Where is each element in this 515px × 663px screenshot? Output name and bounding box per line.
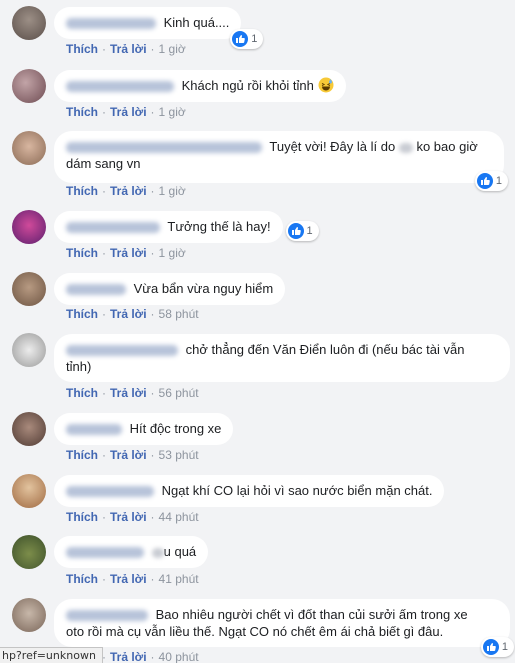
commenter-name[interactable] xyxy=(66,142,262,154)
reply-link[interactable]: Trả lời xyxy=(110,42,147,56)
comment-bubble: Ngạt khí CO lại hỏi vì sao nước biển mặn… xyxy=(54,475,445,507)
blurred-word xyxy=(398,142,413,153)
commenter-name[interactable] xyxy=(66,222,160,234)
avatar[interactable] xyxy=(12,6,46,40)
commenter-name[interactable] xyxy=(66,610,148,622)
reply-link[interactable]: Trả lời xyxy=(110,448,147,462)
commenter-name[interactable] xyxy=(66,486,154,498)
reply-link[interactable]: Trả lời xyxy=(110,105,147,119)
comment-bubble: chở thẳng đến Văn Điển luôn đi (nếu bác … xyxy=(54,334,510,382)
like-link[interactable]: Thích xyxy=(66,105,98,119)
reaction-count[interactable]: 1 xyxy=(285,221,319,241)
reply-link[interactable]: Trả lời xyxy=(110,307,147,321)
commenter-name[interactable] xyxy=(66,424,122,436)
comment-actions: Thích · Trả lời · 41 phút xyxy=(66,572,199,586)
like-link[interactable]: Thích xyxy=(66,307,98,321)
like-reaction-icon xyxy=(232,31,249,47)
avatar[interactable] xyxy=(12,598,46,632)
timestamp[interactable]: 1 giờ xyxy=(159,105,186,119)
timestamp[interactable]: 40 phút xyxy=(159,650,199,663)
avatar[interactable] xyxy=(12,474,46,508)
comment-actions: Thích · Trả lời · 1 giờ xyxy=(66,105,186,119)
commenter-name[interactable] xyxy=(66,284,126,296)
reply-link[interactable]: Trả lời xyxy=(110,386,147,400)
blurred-word xyxy=(151,547,164,558)
comment-bubble: Khách ngủ rồi khỏi tỉnh xyxy=(54,70,346,102)
comment-actions: Thích · Trả lời · 56 phút xyxy=(66,386,199,400)
reply-link[interactable]: Trả lời xyxy=(110,246,147,260)
comment-text-continued: oto rồi mà cụ vẫn liều thế. Ngạt CO nó c… xyxy=(66,624,444,639)
comment-actions: Thích · Trả lời · 1 giờ xyxy=(66,42,186,56)
avatar[interactable] xyxy=(12,333,46,367)
comment-text: Bao nhiêu người chết vì đốt than củi sưở… xyxy=(155,607,468,622)
like-link[interactable]: Thích xyxy=(66,42,98,56)
comment-text: chở thẳng đến Văn Điển luôn đi (nếu bác … xyxy=(185,342,465,357)
comment-text: Tưởng thế là hay! xyxy=(167,219,271,234)
comment-actions: Thích · Trả lời · 53 phút xyxy=(66,448,199,462)
like-link[interactable]: Thích xyxy=(66,386,98,400)
comment-actions: Thích · Trả lời · 58 phút xyxy=(66,307,199,321)
timestamp[interactable]: 56 phút xyxy=(159,386,199,400)
like-reaction-icon xyxy=(287,223,304,239)
comment-bubble: Tuyệt vời! Đây là lí do ko bao giờ dám s… xyxy=(54,131,508,191)
reply-link[interactable]: Trả lời xyxy=(110,510,147,524)
avatar[interactable] xyxy=(12,272,46,306)
reaction-count[interactable]: 1 xyxy=(474,171,508,191)
like-reaction-icon xyxy=(482,639,499,655)
like-link[interactable]: Thích xyxy=(66,246,98,260)
like-link[interactable]: Thích xyxy=(66,448,98,462)
comment-text: Vừa bẩn vừa nguy hiểm xyxy=(133,281,274,296)
reply-link[interactable]: Trả lời xyxy=(110,572,147,586)
timestamp[interactable]: 1 giờ xyxy=(159,42,186,56)
like-link[interactable]: Thích xyxy=(66,510,98,524)
avatar[interactable] xyxy=(12,69,46,103)
comment-bubble: Vừa bẩn vừa nguy hiểm xyxy=(54,273,286,305)
like-link[interactable]: Thích xyxy=(66,572,98,586)
reaction-count[interactable]: 1 xyxy=(230,29,264,49)
comment-bubble: Hít độc trong xe xyxy=(54,413,234,445)
timestamp[interactable]: 41 phút xyxy=(159,572,199,586)
commenter-name[interactable] xyxy=(66,547,144,559)
comment-text: u quá xyxy=(163,544,197,559)
comment-text: Ngạt khí CO lại hỏi vì sao nước biển mặn… xyxy=(161,483,433,498)
comment-text: Hít độc trong xe xyxy=(129,421,222,436)
laughing-sweat-emoji-icon xyxy=(318,77,334,93)
like-link[interactable]: Thích xyxy=(66,184,98,198)
comment-actions: Thích · Trả lời · 1 giờ xyxy=(66,184,186,198)
comment-bubble: u quá xyxy=(54,536,209,568)
reply-link[interactable]: Trả lời xyxy=(110,650,147,663)
comment-bubble: Kinh quá.... 1 xyxy=(54,7,264,49)
comment-text: Kinh quá.... xyxy=(163,15,230,30)
timestamp[interactable]: 1 giờ xyxy=(159,246,186,260)
comment-actions: Thích · Trả lời · 1 giờ xyxy=(66,246,186,260)
commenter-name[interactable] xyxy=(66,345,178,357)
reply-link[interactable]: Trả lời xyxy=(110,184,147,198)
timestamp[interactable]: 1 giờ xyxy=(159,184,186,198)
comment-text-continued: tỉnh) xyxy=(66,359,92,374)
comment-bubble: Tưởng thế là hay! 1 xyxy=(54,211,319,243)
timestamp[interactable]: 58 phút xyxy=(159,307,199,321)
timestamp[interactable]: 53 phút xyxy=(159,448,199,462)
reaction-count[interactable]: 1 xyxy=(480,637,514,657)
status-bar-url: hp?ref=unknown xyxy=(0,647,103,663)
avatar[interactable] xyxy=(12,412,46,446)
comment-actions: Thích · Trả lời · 44 phút xyxy=(66,510,199,524)
comment-text: Tuyệt vời! Đây là lí do xyxy=(269,139,396,154)
comment-text: Khách ngủ rồi khỏi tỉnh xyxy=(181,78,314,93)
commenter-name[interactable] xyxy=(66,81,174,93)
avatar[interactable] xyxy=(12,210,46,244)
timestamp[interactable]: 44 phút xyxy=(159,510,199,524)
avatar[interactable] xyxy=(12,131,46,165)
like-reaction-icon xyxy=(476,173,493,189)
commenter-name[interactable] xyxy=(66,18,156,30)
comment-bubble: Bao nhiêu người chết vì đốt than củi sưở… xyxy=(54,599,514,657)
avatar[interactable] xyxy=(12,535,46,569)
